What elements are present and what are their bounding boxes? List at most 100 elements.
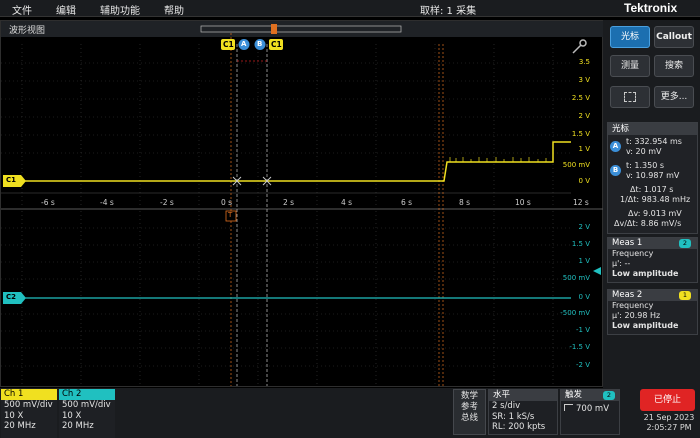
ch1-volt-tick: 500 mV	[562, 161, 590, 169]
menu-utility[interactable]: 辅助功能	[100, 2, 140, 17]
ch1-volt-tick: 0 V	[578, 177, 590, 185]
time-tick: -4 s	[100, 198, 114, 207]
ch2-volt-tick: -1 V	[576, 326, 590, 334]
meas2-panel[interactable]: Meas 2 1 Frequency μ': 20.98 Hz Low ampl…	[607, 289, 698, 335]
brand-logo: Tektronix	[624, 1, 678, 15]
record-length: RL: 200 kpts	[492, 422, 546, 432]
search-button[interactable]: 搜索	[654, 55, 694, 77]
inv-delta-t: 1/Δt: 983.48 mHz	[620, 195, 691, 204]
cursor-b-time: t: 1.350 s	[626, 161, 664, 170]
ch1-waveform	[25, 141, 571, 182]
ch2-badge-label: Ch 2	[59, 389, 115, 400]
ch2-badge[interactable]: Ch 2 500 mV/div 10 X 20 MHz	[59, 389, 115, 438]
ch2-volt-tick: -2 V	[576, 361, 590, 369]
menu-help[interactable]: 帮助	[164, 2, 184, 17]
meas2-name: Frequency	[612, 301, 654, 310]
time: 2:05:27 PM	[646, 423, 692, 432]
bus-label: 总线	[460, 413, 478, 423]
ch1-volt-tick: 1.5 V	[571, 130, 590, 138]
ref-label: 参考	[460, 402, 478, 412]
trigger-badge[interactable]: 触发 2 700 mV	[560, 389, 620, 435]
record-overview[interactable]	[200, 25, 402, 33]
acquisition-status[interactable]: 取样: 1 采集	[420, 2, 476, 17]
measure-button[interactable]: 测量	[610, 55, 650, 77]
cursor-a-readout-icon: A	[610, 141, 621, 152]
ch2-volt-tick: -500 mV	[560, 309, 590, 317]
more-button[interactable]: 更多...	[654, 86, 694, 108]
date: 21 Sep 2023	[643, 413, 695, 422]
delta-v: Δv: 9.013 mV	[628, 209, 682, 218]
ch1-badge-label: Ch 1	[1, 389, 57, 400]
run-stop-button[interactable]: 已停止	[640, 389, 695, 411]
time-tick: -2 s	[160, 198, 174, 207]
ch1-volt-tick: 3 V	[578, 76, 590, 84]
time-tick: 4 s	[341, 198, 353, 207]
meas2-title: Meas 2	[612, 290, 643, 300]
meas2-value: μ': 20.98 Hz	[612, 311, 661, 320]
ch2-bandwidth: 20 MHz	[62, 421, 94, 431]
cursor-b-label: B	[257, 40, 263, 48]
dv-dt: Δv/Δt: 8.86 mV/s	[614, 219, 682, 228]
meas1-panel[interactable]: Meas 1 2 Frequency μ': -- Low amplitude	[607, 237, 698, 283]
cursor-a-channel-label: C1	[223, 40, 234, 49]
menu-edit[interactable]: 编辑	[56, 2, 76, 17]
math-label: 数学	[460, 391, 478, 401]
ch1-volt-tick: 1 V	[578, 145, 590, 153]
time-tick: -6 s	[41, 198, 55, 207]
callout-button[interactable]: Callout	[654, 26, 694, 48]
date-time: 21 Sep 2023 2:05:27 PM	[640, 413, 698, 433]
ch2-probe: 10 X	[62, 410, 82, 421]
meas1-value: μ': --	[612, 259, 631, 268]
wrench-icon[interactable]	[572, 39, 587, 54]
cursor-b-volt: v: 10.987 mV	[626, 171, 680, 180]
overview-trigger-marker	[271, 24, 277, 34]
sample-rate: SR: 1 kS/s	[492, 411, 535, 422]
meas1-source-badge: 2	[679, 239, 691, 248]
ch1-marker-label: C1	[6, 176, 17, 184]
waveform-view[interactable]: 波形视图 C1 C2 T C1 A B C1 -6 s -4 s -2 s 0 …	[0, 20, 604, 388]
meas1-title: Meas 1	[612, 238, 643, 248]
time-tick: 10 s	[515, 198, 531, 207]
meas1-name: Frequency	[612, 249, 654, 258]
cursor-readout-panel[interactable]: 光标 A t: 332.954 ms v: 20 mV B t: 1.350 s…	[607, 122, 698, 234]
ch2-volt-tick: 1.5 V	[571, 240, 590, 248]
add-cursor-icon	[624, 92, 636, 102]
horizontal-scale: 2 s/div	[492, 401, 521, 411]
trigger-level-marker[interactable]	[593, 267, 601, 275]
ch2-volt-tick: 0 V	[578, 293, 590, 301]
add-cursor-button[interactable]	[610, 86, 650, 108]
oscilloscope-screen: 文件 编辑 辅助功能 帮助 取样: 1 采集 Tektronix 波形视图 C1…	[0, 0, 700, 438]
trigger-level: 700 mV	[576, 404, 610, 414]
ch2-marker-label: C2	[6, 293, 17, 301]
ch1-badge[interactable]: Ch 1 500 mV/div 10 X 20 MHz	[1, 389, 57, 438]
horizontal-badge[interactable]: 水平 2 s/div SR: 1 kS/s RL: 200 kpts	[488, 389, 558, 435]
time-tick: 2 s	[283, 198, 295, 207]
cursor-a-time: t: 332.954 ms	[626, 137, 682, 146]
cursor-readout-title: 光标	[608, 123, 697, 135]
ch1-volt-tick: 2.5 V	[571, 94, 590, 102]
ch2-volt-tick: 2 V	[578, 223, 590, 231]
cursor-a-volt: v: 20 mV	[626, 147, 662, 156]
rising-edge-icon	[564, 404, 573, 411]
meas2-status: Low amplitude	[612, 321, 679, 330]
ch2-scale: 500 mV/div	[62, 400, 111, 410]
meas1-status: Low amplitude	[612, 269, 679, 278]
ch1-scale: 500 mV/div	[4, 400, 53, 410]
ch2-volt-tick: -1.5 V	[569, 343, 590, 351]
cursor-b-channel-label: C1	[271, 40, 282, 49]
waveform-graticule[interactable]	[1, 21, 604, 388]
trigger-title: 触发	[565, 390, 583, 400]
horizontal-title: 水平	[489, 390, 557, 401]
math-ref-bus-button[interactable]: 数学 参考 总线	[453, 389, 486, 435]
cursor-b-readout-icon: B	[610, 165, 621, 176]
ch1-bandwidth: 20 MHz	[4, 421, 36, 431]
cursor-a-label: A	[241, 40, 247, 48]
ch1-volt-tick: 3.5	[578, 58, 590, 66]
meas2-source-badge: 1	[679, 291, 691, 300]
ch1-volt-tick: 2 V	[578, 112, 590, 120]
delta-t: Δt: 1.017 s	[630, 185, 674, 194]
trigger-t-label: T	[228, 211, 233, 219]
menu-file[interactable]: 文件	[12, 2, 32, 17]
trigger-source-badge: 2	[603, 391, 615, 400]
cursor-button[interactable]: 光标	[610, 26, 650, 48]
